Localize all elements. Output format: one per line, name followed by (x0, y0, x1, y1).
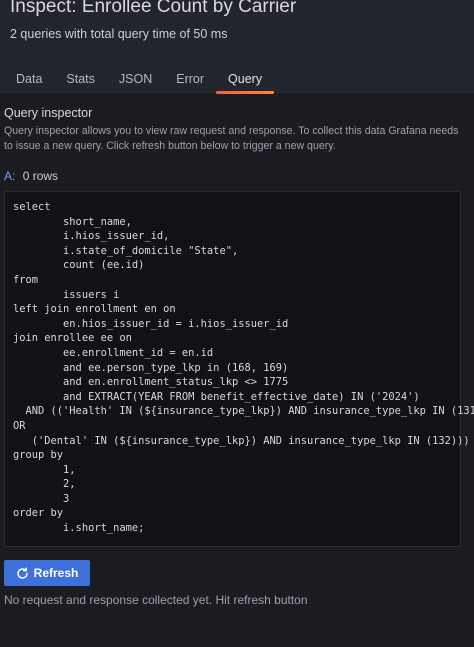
query-row-count: 0 rows (22, 169, 59, 183)
tab-stats[interactable]: Stats (54, 70, 107, 94)
inspect-tabs: Data Stats JSON Error Query (4, 70, 275, 94)
query-summary: 2 queries with total query time of 50 ms (10, 27, 228, 41)
query-result-row: A: 0 rows (4, 169, 58, 183)
refresh-label: Refresh (33, 566, 79, 580)
sql-code-block[interactable]: select short_name, i.hios_issuer_id, i.s… (4, 191, 474, 547)
refresh-button[interactable]: Refresh (4, 560, 90, 586)
query-letter: A: (4, 169, 16, 183)
no-data-message: No request and response collected yet. H… (4, 593, 308, 607)
tab-json[interactable]: JSON (107, 70, 164, 94)
query-inspector-title: Query inspector (4, 106, 93, 120)
sql-query-text: select short_name, i.hios_issuer_id, i.s… (13, 201, 474, 535)
tab-error[interactable]: Error (164, 70, 216, 94)
query-inspector-description: Query inspector allows you to view raw r… (4, 125, 459, 152)
refresh-icon (16, 566, 29, 580)
tab-data[interactable]: Data (4, 70, 54, 94)
tab-query[interactable]: Query (216, 70, 275, 94)
inspect-header: Inspect: Enrollee Count by Carrier 2 que… (0, 0, 474, 94)
inspect-title: Inspect: Enrollee Count by Carrier (10, 0, 297, 17)
